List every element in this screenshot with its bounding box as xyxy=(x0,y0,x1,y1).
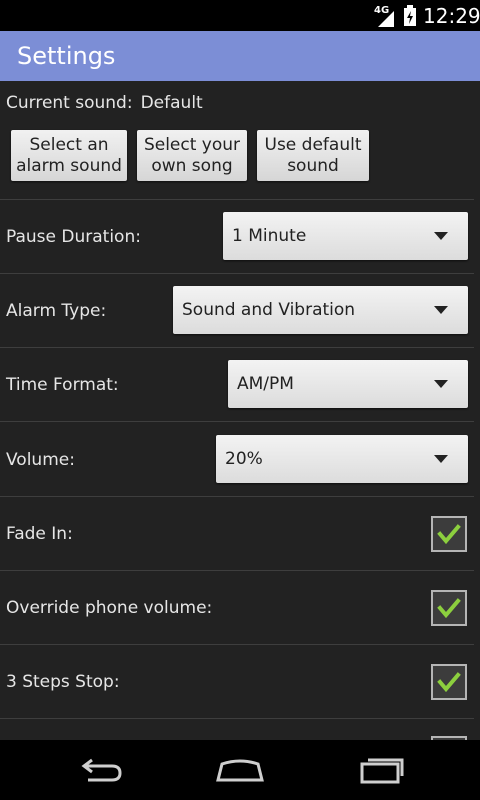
current-sound-label: Current sound: xyxy=(6,93,133,113)
recents-icon[interactable] xyxy=(352,754,412,788)
select-own-song-label: Select your own song xyxy=(143,134,241,176)
fade-in-checkbox[interactable] xyxy=(431,516,467,552)
divider xyxy=(0,421,474,422)
checkmark-icon xyxy=(437,672,461,693)
dropdown-arrow-icon xyxy=(434,455,448,463)
navigation-bar xyxy=(0,740,480,800)
action-bar: Settings xyxy=(0,31,480,81)
divider xyxy=(0,570,474,571)
dropdown-arrow-icon xyxy=(434,232,448,240)
pause-duration-value: 1 Minute xyxy=(232,226,307,246)
volume-label: Volume: xyxy=(6,450,75,470)
volume-value: 20% xyxy=(225,449,263,469)
back-icon[interactable] xyxy=(72,754,132,788)
checkmark-icon xyxy=(437,598,461,619)
fade-in-label: Fade In: xyxy=(6,524,73,544)
divider xyxy=(0,199,474,200)
dropdown-arrow-icon xyxy=(434,306,448,314)
pause-duration-select[interactable]: 1 Minute xyxy=(223,212,468,260)
override-volume-checkbox[interactable] xyxy=(431,590,467,626)
home-icon[interactable] xyxy=(210,754,270,788)
divider xyxy=(0,496,474,497)
status-bar: 4G 12:29 xyxy=(0,0,480,31)
select-own-song-button[interactable]: Select your own song xyxy=(137,130,247,181)
checkmark-icon xyxy=(437,524,461,545)
three-steps-stop-label: 3 Steps Stop: xyxy=(6,672,120,692)
use-default-sound-label: Use default sound xyxy=(264,134,362,176)
status-clock: 12:29 xyxy=(423,4,480,28)
divider xyxy=(0,644,474,645)
time-format-value: AM/PM xyxy=(237,374,294,394)
signal-icon xyxy=(378,11,394,27)
time-format-label: Time Format: xyxy=(6,375,119,395)
volume-select[interactable]: 20% xyxy=(216,435,468,483)
pause-duration-label: Pause Duration: xyxy=(6,227,141,247)
page-title: Settings xyxy=(17,42,116,70)
three-steps-stop-checkbox[interactable] xyxy=(431,664,467,700)
battery-icon xyxy=(404,5,416,26)
alarm-type-label: Alarm Type: xyxy=(6,301,107,321)
time-format-select[interactable]: AM/PM xyxy=(228,360,468,408)
select-alarm-sound-label: Select an alarm sound xyxy=(16,134,122,176)
alarm-type-select[interactable]: Sound and Vibration xyxy=(173,286,468,334)
select-alarm-sound-button[interactable]: Select an alarm sound xyxy=(11,130,127,181)
current-sound-value: Default xyxy=(140,93,203,113)
divider xyxy=(0,347,474,348)
dropdown-arrow-icon xyxy=(434,380,448,388)
divider xyxy=(0,718,474,719)
current-sound-row: Current sound: Default xyxy=(6,93,203,113)
use-default-sound-button[interactable]: Use default sound xyxy=(257,130,369,181)
divider xyxy=(0,273,474,274)
alarm-type-value: Sound and Vibration xyxy=(182,300,356,320)
override-volume-label: Override phone volume: xyxy=(6,598,213,618)
